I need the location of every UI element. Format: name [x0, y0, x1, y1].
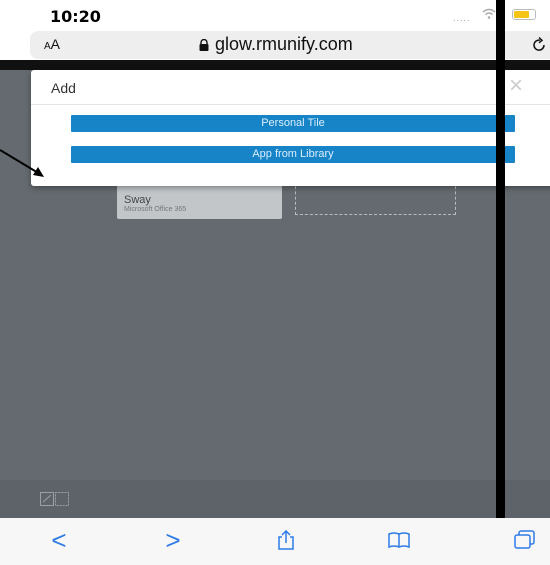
status-bar: 10:20 ..... — [0, 0, 550, 30]
text-size-button[interactable]: AA — [44, 36, 60, 52]
annotation-bar — [496, 0, 505, 565]
share-icon[interactable] — [275, 530, 297, 550]
address-bar: AA glow.rmunify.com — [0, 30, 550, 60]
wifi-icon — [482, 8, 496, 19]
app-from-library-button[interactable]: App from Library — [71, 146, 515, 163]
url-text: glow.rmunify.com — [215, 34, 353, 54]
dialog-title: Add — [51, 80, 76, 96]
reload-icon[interactable] — [530, 36, 548, 54]
personal-tile-button[interactable]: Personal Tile — [71, 115, 515, 132]
layout-toggle-icon[interactable] — [40, 492, 70, 506]
close-icon[interactable]: × — [509, 74, 523, 98]
add-dialog: Add × Personal Tile App from Library — [31, 70, 550, 186]
browser-toolbar: < > — [0, 518, 550, 565]
dialog-divider — [31, 104, 550, 105]
page-footer — [0, 480, 550, 518]
page-header-strip — [0, 60, 550, 70]
bookmarks-icon[interactable] — [388, 530, 410, 550]
forward-button[interactable]: > — [160, 527, 186, 553]
status-time: 10:20 — [50, 7, 101, 26]
tile-name: Sway — [124, 194, 151, 206]
signal-dots: ..... — [453, 13, 471, 23]
battery-icon — [512, 9, 536, 20]
tile-subtitle: Microsoft Office 365 — [124, 206, 187, 213]
tabs-icon[interactable] — [514, 530, 536, 550]
back-button[interactable]: < — [46, 527, 72, 553]
annotation-arrow — [0, 149, 44, 177]
lock-icon — [199, 39, 209, 51]
